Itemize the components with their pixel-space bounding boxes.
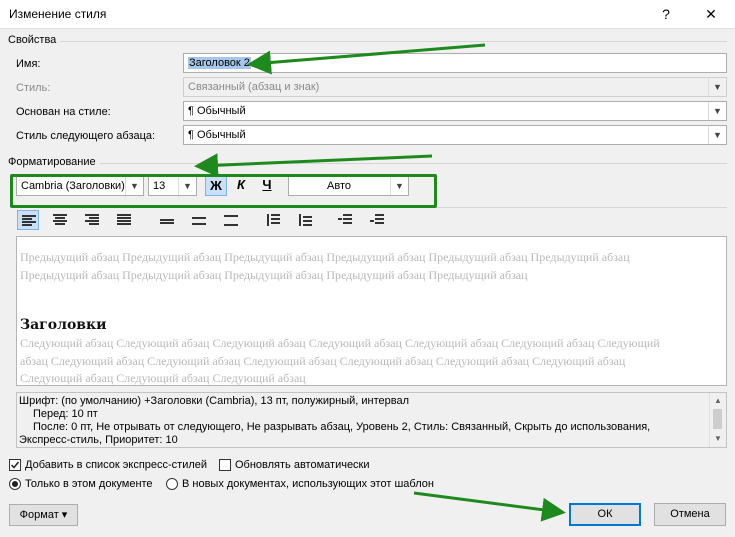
arrow-to-ok: [413, 491, 566, 522]
annotation-arrows: [194, 43, 566, 522]
arrow-to-name: [247, 43, 486, 75]
arrow-to-formatting: [194, 153, 433, 178]
